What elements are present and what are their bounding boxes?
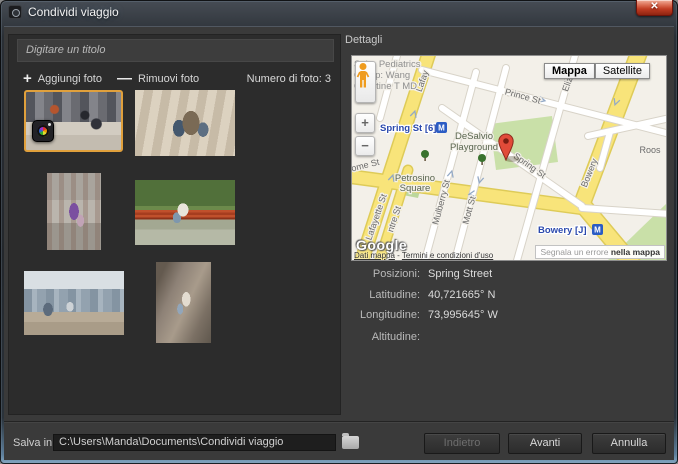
street-label-centre: ntre St [385,204,403,233]
minus-icon: — [117,69,132,89]
photo-thumbnail-6[interactable] [156,262,211,343]
position-label: Posizioni: [334,268,420,280]
altitude-label: Altitudine: [334,331,420,343]
station-bowery: Bowery [J] M [538,224,603,236]
remove-photo-label: Rimuovi foto [138,73,199,85]
position-value: Spring Street [428,268,492,280]
zoom-in-button[interactable]: + [355,113,375,133]
browse-folder-icon[interactable] [342,436,359,449]
map-canvas: Lafay Prince St Eliza Spring St Bowery M… [352,56,666,260]
poi-petrosino-line2: Square [400,183,431,194]
station-label-spring: Spring St [6] [380,123,436,134]
street-label-roosevelt: Roos [639,145,661,155]
detail-row-latitude: Latitudine: 40,721665° N [334,289,495,303]
terms-link[interactable]: Termini e condizioni d'uso [402,251,493,260]
svg-text:M: M [438,124,445,133]
street-label-broome: ome St [352,157,381,174]
details-header: Dettagli [345,34,382,46]
photo-thumbnail-2[interactable] [135,90,235,156]
next-button[interactable]: Avanti [508,433,582,454]
map-container[interactable]: Lafay Prince St Eliza Spring St Bowery M… [351,55,667,261]
map-type-satellite-button[interactable]: Satellite [595,63,650,79]
poi-desalvio-line2: Playground [450,142,498,153]
screenshot-stage: Condividi viaggio ✕ Digitare un titolo +… [0,0,678,464]
remove-photo-button[interactable]: — Rimuovi foto [117,68,199,90]
close-button[interactable]: ✕ [636,0,673,16]
title-bar[interactable]: Condividi viaggio ✕ [0,0,678,26]
add-photo-label: Aggiungi foto [38,73,102,85]
report-map-error-link[interactable]: Segnala un errore nella mappa [535,245,665,259]
add-photo-button[interactable]: + Aggiungi foto [23,68,102,90]
save-path-field[interactable]: C:\Users\Manda\Documents\Condividi viagg… [53,434,336,451]
photo-thumbnail-1-selected[interactable] [24,90,123,152]
map-data-link[interactable]: Dati mappa [354,251,395,260]
save-in-label: Salva in: [13,437,55,449]
latitude-value: 40,721665° N [428,289,495,301]
camera-badge-icon [32,120,54,142]
photo-thumbnail-5[interactable] [24,271,124,335]
footer-divider [4,421,674,422]
latitude-label: Latitudine: [334,289,420,301]
map-type-mappa-button[interactable]: Mappa [544,63,595,79]
longitude-label: Longitudine: [334,309,420,321]
photo-thumbnail-4[interactable] [135,180,235,245]
map-type-toggle: Mappa Satellite [544,63,650,79]
street-view-pegman-control[interactable] [355,61,376,103]
pegman-icon [356,62,370,92]
map-zoom-control: + − [355,113,375,159]
longitude-value: 73,995645° W [428,309,498,321]
poi-desalvio-line1: DeSalvio [455,131,493,142]
back-button[interactable]: Indietro [424,433,500,454]
street-label-prince: Prince St [504,87,542,106]
station-label-bowery: Bowery [J] [538,225,587,236]
cancel-button[interactable]: Annulla [592,433,666,454]
dialog-window: Condividi viaggio ✕ Digitare un titolo +… [0,0,678,464]
plus-icon: + [23,69,32,89]
window-title: Condividi viaggio [28,5,119,19]
photos-panel: Digitare un titolo + Aggiungi foto — Rim… [8,34,341,415]
map-attribution: Dati mappa - Termini e condizioni d'uso [354,251,493,260]
station-spring: Spring St [6] M [380,122,447,134]
svg-text:M: M [594,226,601,235]
photo-count: Numero di foto: 3 [247,73,331,85]
dialog-content: Digitare un titolo + Aggiungi foto — Rim… [4,26,674,460]
app-camera-icon [8,5,22,19]
detail-row-longitude: Longitudine: 73,995645° W [334,309,498,323]
detail-row-position: Posizioni: Spring Street [334,268,492,282]
detail-row-altitude: Altitudine: [334,331,428,345]
photo-thumbnail-3[interactable] [47,173,101,250]
zoom-out-button[interactable]: − [355,136,375,156]
trip-title-input[interactable]: Digitare un titolo [17,39,334,62]
